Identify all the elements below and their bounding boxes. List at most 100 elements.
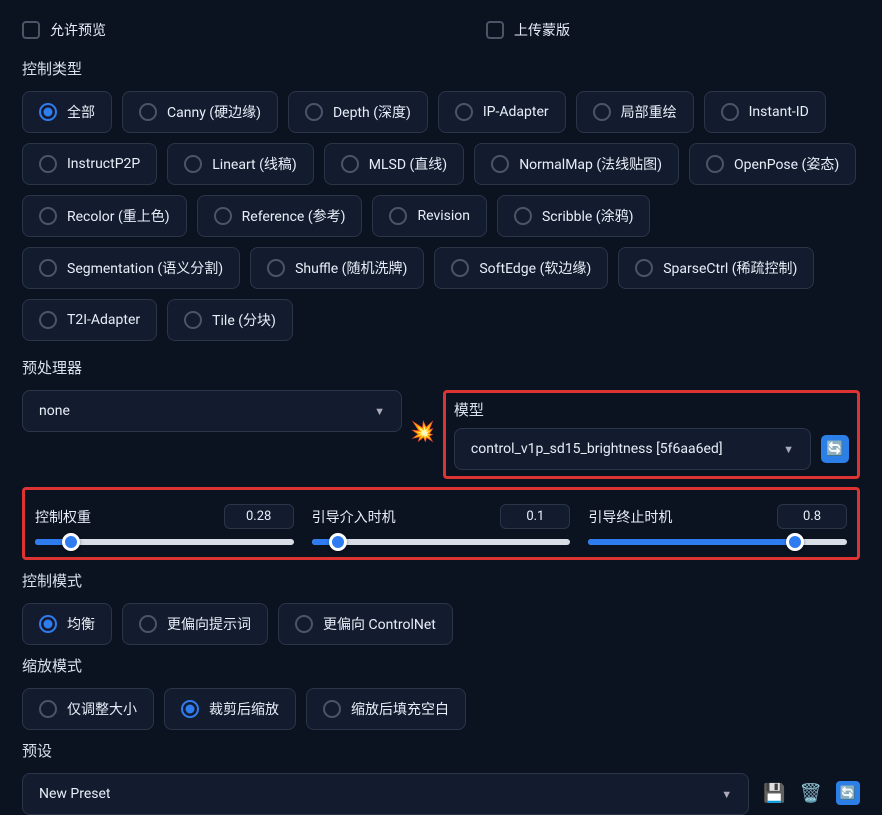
preset-label: 预设: [22, 740, 860, 761]
radio-icon: [635, 259, 653, 277]
control-type-option-label: IP-Adapter: [483, 104, 549, 120]
slider-thumb[interactable]: [786, 533, 804, 551]
resize-mode-option[interactable]: 缩放后填充空白: [306, 688, 466, 730]
control-type-group: 全部 Canny (硬边缘) Depth (深度) IP-Adapter 局部重绘 Ins…: [22, 91, 860, 341]
control-type-option[interactable]: 局部重绘: [576, 91, 694, 133]
checkbox-icon: [486, 21, 504, 39]
control-mode-option[interactable]: 更偏向提示词: [122, 603, 268, 645]
resize-mode-label: 缩放模式: [22, 655, 860, 676]
guidance-start-slider[interactable]: 引导介入时机 0.1: [312, 504, 571, 545]
control-type-option[interactable]: 全部: [22, 91, 112, 133]
control-type-option[interactable]: Canny (硬边缘): [122, 91, 278, 133]
allow-preview-label: 允许预览: [50, 20, 106, 40]
radio-icon: [139, 615, 157, 633]
resize-mode-option[interactable]: 裁剪后缩放: [164, 688, 296, 730]
resize-mode-group: 仅调整大小裁剪后缩放 缩放后填充空白: [22, 688, 860, 730]
control-type-option-label: Recolor (重上色): [67, 206, 170, 226]
control-type-option[interactable]: Reference (参考): [197, 195, 363, 237]
control-type-option-label: T2I-Adapter: [67, 312, 140, 328]
radio-icon: [39, 207, 57, 225]
preset-select[interactable]: New Preset ▼: [22, 773, 749, 815]
checkbox-icon: [22, 21, 40, 39]
resize-mode-option-label: 缩放后填充空白: [351, 699, 449, 719]
radio-icon: [389, 207, 407, 225]
chevron-down-icon: ▼: [721, 788, 732, 801]
slider-track[interactable]: [312, 539, 571, 545]
chevron-down-icon: ▼: [374, 405, 385, 418]
guidance-start-value[interactable]: 0.1: [500, 504, 570, 529]
preprocessor-select[interactable]: none ▼: [22, 390, 402, 432]
radio-icon: [39, 311, 57, 329]
model-value: control_v1p_sd15_brightness [5f6aa6ed]: [471, 441, 723, 457]
control-type-option[interactable]: Lineart (线稿): [167, 143, 314, 185]
resize-mode-option[interactable]: 仅调整大小: [22, 688, 154, 730]
radio-icon: [39, 155, 57, 173]
radio-icon: [721, 103, 739, 121]
control-type-option[interactable]: Depth (深度): [288, 91, 428, 133]
radio-icon: [305, 103, 323, 121]
radio-icon: [267, 259, 285, 277]
control-type-option-label: Depth (深度): [333, 102, 411, 122]
preset-refresh-button[interactable]: 🔄: [836, 781, 860, 805]
radio-icon: [323, 700, 341, 718]
control-type-option[interactable]: SparseCtrl (稀疏控制): [618, 247, 814, 289]
control-mode-option-label: 更偏向提示词: [167, 614, 251, 634]
preprocessor-value: none: [39, 403, 70, 419]
radio-icon: [451, 259, 469, 277]
control-type-option[interactable]: Shuffle (随机洗牌): [250, 247, 424, 289]
upload-mask-checkbox[interactable]: 上传蒙版: [486, 20, 570, 40]
control-weight-value[interactable]: 0.28: [224, 504, 294, 529]
control-weight-label: 控制权重: [35, 507, 91, 527]
guidance-end-value[interactable]: 0.8: [777, 504, 847, 529]
preset-value: New Preset: [39, 786, 111, 802]
control-type-option-label: OpenPose (姿态): [734, 154, 839, 174]
control-type-option-label: 局部重绘: [621, 102, 677, 122]
control-type-option[interactable]: Scribble (涂鸦): [497, 195, 650, 237]
control-type-option[interactable]: Revision: [372, 195, 487, 237]
guidance-end-slider[interactable]: 引导终止时机 0.8: [588, 504, 847, 545]
chevron-down-icon: ▼: [783, 443, 794, 456]
control-type-option[interactable]: MLSD (直线): [324, 143, 464, 185]
model-label: 模型: [454, 399, 849, 420]
allow-preview-checkbox[interactable]: 允许预览: [22, 20, 106, 40]
explosion-icon[interactable]: 💥: [410, 419, 435, 443]
trash-icon[interactable]: 🗑️: [800, 783, 822, 804]
control-type-option-label: Scribble (涂鸦): [542, 206, 633, 226]
radio-icon: [184, 155, 202, 173]
control-type-option-label: NormalMap (法线贴图): [519, 154, 662, 174]
control-mode-group: 均衡 更偏向提示词 更偏向 ControlNet: [22, 603, 860, 645]
control-type-option-label: 全部: [67, 102, 95, 122]
radio-icon: [181, 700, 199, 718]
save-icon[interactable]: 💾: [763, 783, 785, 804]
control-type-option[interactable]: Segmentation (语义分割): [22, 247, 240, 289]
control-type-option-label: Shuffle (随机洗牌): [295, 258, 407, 278]
control-type-option[interactable]: Recolor (重上色): [22, 195, 187, 237]
control-type-option[interactable]: Instant-ID: [704, 91, 826, 133]
slider-fill: [588, 539, 795, 545]
radio-icon: [455, 103, 473, 121]
control-mode-option-label: 更偏向 ControlNet: [323, 614, 436, 634]
slider-thumb[interactable]: [62, 533, 80, 551]
model-select[interactable]: control_v1p_sd15_brightness [5f6aa6ed] ▼: [454, 428, 811, 470]
slider-track[interactable]: [35, 539, 294, 545]
control-mode-option[interactable]: 更偏向 ControlNet: [278, 603, 453, 645]
control-type-option[interactable]: SoftEdge (软边缘): [434, 247, 608, 289]
control-type-option[interactable]: InstructP2P: [22, 143, 157, 185]
control-type-option[interactable]: IP-Adapter: [438, 91, 566, 133]
model-refresh-button[interactable]: 🔄: [821, 435, 849, 463]
control-type-option[interactable]: Tile (分块): [167, 299, 293, 341]
radio-icon: [295, 615, 313, 633]
control-type-option[interactable]: NormalMap (法线贴图): [474, 143, 679, 185]
radio-icon: [139, 103, 157, 121]
control-weight-slider[interactable]: 控制权重 0.28: [35, 504, 294, 545]
control-type-option-label: Segmentation (语义分割): [67, 258, 223, 278]
control-type-option-label: Tile (分块): [212, 310, 276, 330]
radio-icon: [491, 155, 509, 173]
control-type-option-label: InstructP2P: [67, 156, 140, 172]
radio-icon: [214, 207, 232, 225]
control-type-option[interactable]: OpenPose (姿态): [689, 143, 856, 185]
control-type-option[interactable]: T2I-Adapter: [22, 299, 157, 341]
slider-thumb[interactable]: [329, 533, 347, 551]
control-mode-option[interactable]: 均衡: [22, 603, 112, 645]
slider-track[interactable]: [588, 539, 847, 545]
